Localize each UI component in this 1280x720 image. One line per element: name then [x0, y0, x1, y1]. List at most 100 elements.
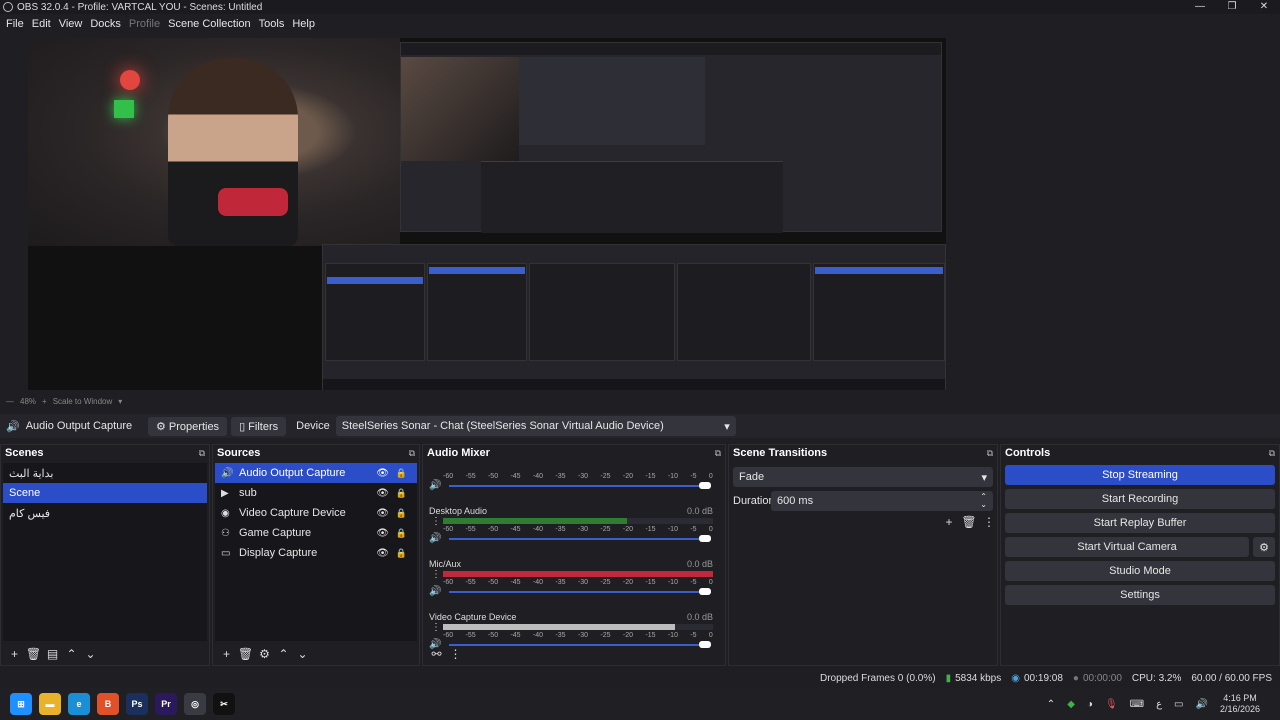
- source-item[interactable]: ▶ sub 👁 🔒: [215, 483, 417, 503]
- keyboard-icon[interactable]: ⌨: [1130, 699, 1144, 710]
- scene-item[interactable]: بداية البث: [3, 463, 207, 483]
- volume-icon[interactable]: 🔊: [429, 533, 441, 544]
- windows-start-icon[interactable]: ⊞: [10, 693, 32, 715]
- language-indicator[interactable]: ع: [1156, 699, 1162, 710]
- move-up-icon[interactable]: ⌃: [274, 647, 293, 661]
- filters-button[interactable]: ▯ Filters: [231, 416, 287, 436]
- device-label: Device: [296, 420, 330, 432]
- obs-icon[interactable]: ◎: [184, 693, 206, 715]
- slider-knob[interactable]: [699, 482, 711, 489]
- undock-icon[interactable]: ⧉: [199, 448, 205, 459]
- menu-help[interactable]: Help: [288, 18, 319, 30]
- volume-slider[interactable]: [449, 482, 711, 489]
- preview-canvas[interactable]: [28, 38, 946, 390]
- network-icon[interactable]: ▭: [1174, 699, 1183, 710]
- tick-label: -40: [532, 526, 544, 533]
- add-icon[interactable]: +: [939, 515, 959, 529]
- device-select[interactable]: SteelSeries Sonar - Chat (SteelSeries So…: [335, 416, 736, 436]
- spin-arrows-icon[interactable]: ⌃ ⌄: [980, 493, 987, 509]
- volume-icon[interactable]: 🔊: [429, 586, 441, 597]
- menu-profile[interactable]: Profile: [125, 18, 164, 30]
- scene-item[interactable]: فيس كام: [3, 503, 207, 523]
- volume-slider[interactable]: [449, 588, 711, 595]
- duration-spinbox[interactable]: 600 ms ⌃ ⌄: [771, 491, 993, 511]
- undock-icon[interactable]: ⧉: [1269, 448, 1275, 459]
- menu-file[interactable]: File: [2, 18, 28, 30]
- link-icon[interactable]: ⚯: [427, 647, 446, 661]
- undock-icon[interactable]: ⧉: [409, 448, 415, 459]
- trash-icon[interactable]: 🗑: [24, 647, 43, 661]
- eye-icon[interactable]: 👁: [376, 508, 389, 519]
- studio-mode-button[interactable]: Studio Mode: [1005, 561, 1275, 581]
- more-icon[interactable]: ⋮: [431, 569, 441, 580]
- add-icon[interactable]: +: [217, 647, 236, 661]
- transition-select[interactable]: Fade ▾: [733, 467, 993, 487]
- menu-view[interactable]: View: [55, 18, 87, 30]
- lock-icon[interactable]: 🔒: [396, 548, 407, 559]
- eye-icon[interactable]: 👁: [376, 548, 389, 559]
- volume-icon[interactable]: 🔊: [429, 480, 441, 491]
- start-replay-buffer-button[interactable]: Start Replay Buffer: [1005, 513, 1275, 533]
- source-item[interactable]: ▭ Display Capture 👁 🔒: [215, 543, 417, 563]
- settings-button[interactable]: Settings: [1005, 585, 1275, 605]
- move-down-icon[interactable]: ⌄: [293, 647, 312, 661]
- zoom-out-icon[interactable]: —: [6, 397, 14, 406]
- source-item[interactable]: ◉ Video Capture Device 👁 🔒: [215, 503, 417, 523]
- filter-icon[interactable]: ▤: [43, 647, 62, 661]
- more-icon[interactable]: ⋮: [431, 622, 441, 633]
- eye-icon[interactable]: 👁: [376, 528, 389, 539]
- channel-name: Desktop Audio: [429, 506, 488, 516]
- stop-streaming-button[interactable]: Stop Streaming: [1005, 465, 1275, 485]
- minimize-button[interactable]: —: [1184, 0, 1216, 14]
- source-item-selected[interactable]: 🔊 Audio Output Capture 👁 🔒: [215, 463, 417, 483]
- volume-icon[interactable]: 🔊: [1196, 699, 1208, 710]
- source-item[interactable]: ⚇ Game Capture 👁 🔒: [215, 523, 417, 543]
- lock-icon[interactable]: 🔒: [396, 468, 407, 479]
- start-recording-button[interactable]: Start Recording: [1005, 489, 1275, 509]
- eye-icon[interactable]: 👁: [376, 468, 389, 479]
- menu-docks[interactable]: Docks: [86, 18, 125, 30]
- microphone-icon[interactable]: 🎙: [1105, 699, 1118, 710]
- move-up-icon[interactable]: ⌃: [62, 647, 81, 661]
- trash-icon[interactable]: 🗑: [959, 515, 979, 529]
- menu-edit[interactable]: Edit: [28, 18, 55, 30]
- slider-knob[interactable]: [699, 535, 711, 542]
- clock[interactable]: 4:16 PM 2/16/2026: [1220, 693, 1260, 715]
- brave-icon[interactable]: B: [97, 693, 119, 715]
- slider-knob[interactable]: [699, 588, 711, 595]
- menu-tools[interactable]: Tools: [255, 18, 289, 30]
- move-down-icon[interactable]: ⌄: [81, 647, 100, 661]
- lock-icon[interactable]: 🔒: [396, 528, 407, 539]
- close-button[interactable]: ✕: [1248, 0, 1280, 14]
- volume-slider[interactable]: [449, 535, 711, 542]
- scene-item-selected[interactable]: Scene: [3, 483, 207, 503]
- properties-button[interactable]: ⚙ Properties: [148, 416, 228, 436]
- tray-app-icon[interactable]: ◆: [1067, 699, 1075, 710]
- premiere-icon[interactable]: Pr: [155, 693, 177, 715]
- edge-icon[interactable]: e: [68, 693, 90, 715]
- more-icon[interactable]: ⋮: [446, 647, 465, 661]
- lock-icon[interactable]: 🔒: [396, 508, 407, 519]
- undock-icon[interactable]: ⧉: [715, 448, 721, 459]
- lock-icon[interactable]: 🔒: [396, 488, 407, 499]
- virtual-camera-settings-icon[interactable]: ⚙: [1253, 537, 1275, 557]
- capcut-icon[interactable]: ✂: [213, 693, 235, 715]
- undock-icon[interactable]: ⧉: [987, 448, 993, 459]
- add-icon[interactable]: +: [5, 647, 24, 661]
- menu-scene-collection[interactable]: Scene Collection: [164, 18, 255, 30]
- discord-icon[interactable]: ◑: [1087, 699, 1093, 710]
- more-icon[interactable]: ⋮: [979, 515, 999, 529]
- start-virtual-camera-button[interactable]: Start Virtual Camera: [1005, 537, 1249, 557]
- gear-icon[interactable]: ⚙: [255, 647, 274, 661]
- zoom-mode[interactable]: Scale to Window: [53, 397, 113, 406]
- trash-icon[interactable]: 🗑: [236, 647, 255, 661]
- eye-icon[interactable]: 👁: [376, 488, 389, 499]
- file-explorer-icon[interactable]: ▬: [39, 693, 61, 715]
- chevron-up-icon[interactable]: ⌃: [1047, 699, 1055, 710]
- channel-name: Video Capture Device: [429, 612, 517, 622]
- photoshop-icon[interactable]: Ps: [126, 693, 148, 715]
- zoom-dropdown-icon[interactable]: ▾: [118, 397, 122, 406]
- zoom-in-icon[interactable]: +: [42, 397, 47, 406]
- more-icon[interactable]: ⋮: [431, 516, 441, 527]
- maximize-button[interactable]: ❐: [1216, 0, 1248, 14]
